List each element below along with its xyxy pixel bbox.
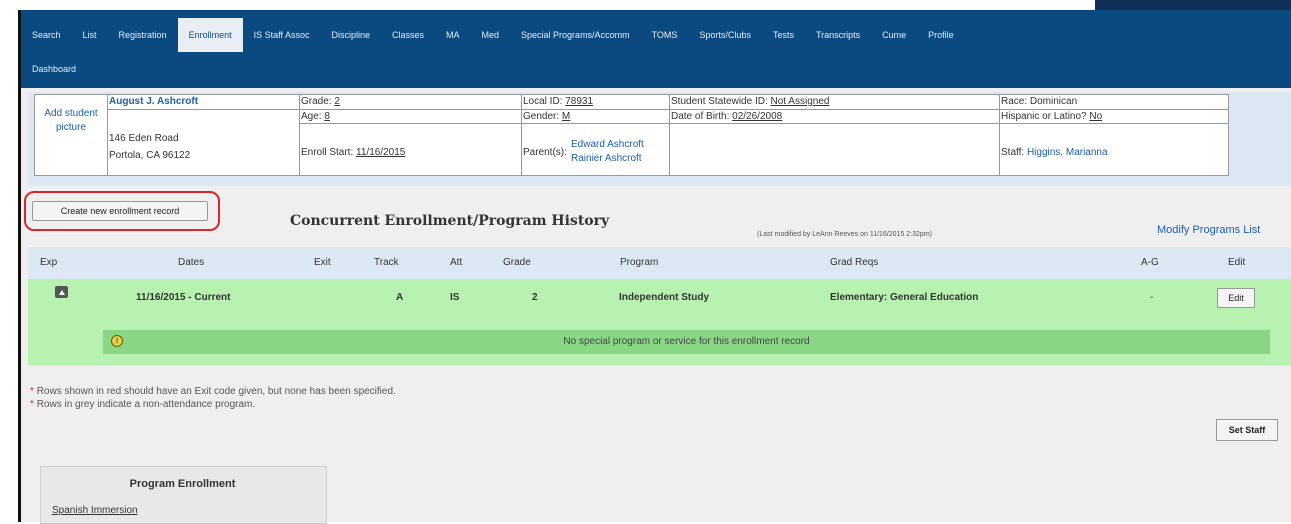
nav-tab-transcripts[interactable]: Transcripts [805, 18, 871, 52]
nav-tab-toms[interactable]: TOMS [641, 18, 689, 52]
grid-line [107, 109, 299, 110]
local-id-field: Local ID: 78931 [523, 96, 593, 107]
grid-line [521, 95, 522, 175]
column-header-grad-reqs: Grad Reqs [830, 257, 879, 268]
student-info-card: Add student picture August J. Ashcroft 1… [34, 94, 1229, 176]
section-title: Concurrent Enrollment/Program History [290, 213, 610, 229]
nav-tab-discipline[interactable]: Discipline [320, 18, 381, 52]
nav-tab-profile[interactable]: Profile [917, 18, 965, 52]
modify-programs-link[interactable]: Modify Programs List [1157, 224, 1260, 236]
parent-link-2[interactable]: Rainier Ashcroft [571, 153, 642, 164]
student-name[interactable]: August J. Ashcroft [109, 96, 198, 107]
age-value[interactable]: 8 [324, 111, 330, 122]
cell-grad-reqs: Elementary: General Education [830, 292, 979, 303]
nav-tab-enrollment[interactable]: Enrollment [177, 18, 243, 52]
last-modified-text: (Last modified by LeAnn Reeves on 11/16/… [757, 231, 932, 238]
grid-line [669, 95, 670, 175]
gender-label: Gender: [523, 111, 560, 122]
grid-line [999, 95, 1000, 175]
grid-line [299, 123, 1228, 124]
parents-label: Parent(s): [523, 147, 567, 158]
asterisk: * [30, 386, 34, 397]
cell-dates: 11/16/2015 - Current [136, 292, 231, 303]
race-field: Race: Dominican [1001, 96, 1078, 107]
grid-line [299, 95, 300, 175]
nav-tab-registration[interactable]: Registration [108, 18, 178, 52]
column-header-dates: Dates [178, 257, 205, 268]
ssid-value[interactable]: Not Assigned [771, 96, 830, 107]
column-header-grade: Grade [503, 257, 531, 268]
grey-rows-note: * Rows in grey indicate a non-attendance… [30, 399, 255, 410]
grade-label: Grade: [301, 96, 332, 107]
gender-field: Gender: M [523, 111, 570, 122]
staff-link[interactable]: Higgins, Marianna [1027, 147, 1108, 158]
local-id-label: Local ID: [523, 96, 563, 107]
nav-tab-med[interactable]: Med [471, 18, 511, 52]
ssid-label: Student Statewide ID: [671, 96, 768, 107]
grid-line [299, 109, 1228, 110]
age-label: Age: [301, 111, 322, 122]
table-header [28, 247, 1291, 279]
column-header-exit: Exit [314, 257, 331, 268]
red-rows-note-text: Rows shown in red should have an Exit co… [36, 386, 396, 397]
program-enrollment-item[interactable]: Spanish Immersion [52, 505, 138, 516]
student-address-line2: Portola, CA 96122 [109, 150, 191, 161]
expand-toggle-icon[interactable] [55, 286, 68, 298]
cell-att: IS [450, 292, 460, 303]
grade-value[interactable]: 2 [334, 96, 340, 107]
column-header-exp: Exp [40, 257, 58, 268]
no-program-message: No special program or service for this e… [563, 336, 810, 347]
column-header-program: Program [620, 257, 659, 268]
edit-button[interactable]: Edit [1217, 288, 1255, 308]
staff-label: Staff: [1001, 147, 1025, 158]
parent-link-1[interactable]: Edward Ashcroft [571, 139, 644, 150]
nav-tab-ma[interactable]: MA [435, 18, 471, 52]
local-id-value[interactable]: 78931 [565, 96, 593, 107]
staff-field: Staff: Higgins, Marianna [1001, 147, 1108, 158]
enroll-start-value[interactable]: 11/16/2015 [356, 147, 405, 158]
main-navigation: Search List Registration Enrollment IS S… [21, 10, 1291, 88]
nav-row-2: Dashboard [21, 58, 87, 80]
enroll-start-label: Enroll Start: [301, 147, 354, 158]
dob-field: Date of Birth: 02/26/2008 [671, 111, 782, 122]
add-student-picture-link[interactable]: Add student picture [35, 107, 107, 135]
column-header-ag: A-G [1141, 257, 1159, 268]
cell-grade: 2 [532, 292, 538, 303]
asterisk: * [30, 399, 34, 410]
column-header-track: Track [374, 257, 399, 268]
nav-tab-list[interactable]: List [72, 18, 108, 52]
enroll-start-field: Enroll Start: 11/16/2015 [301, 147, 405, 158]
set-staff-button[interactable]: Set Staff [1216, 419, 1278, 441]
program-enrollment-title: Program Enrollment [129, 478, 236, 490]
red-rows-note: * Rows shown in red should have an Exit … [30, 386, 396, 397]
gender-value[interactable]: M [562, 111, 570, 122]
grey-rows-note-text: Rows in grey indicate a non-attendance p… [36, 399, 256, 410]
ssid-field: Student Statewide ID: Not Assigned [671, 96, 829, 107]
top-strip [0, 0, 1291, 14]
hispanic-value[interactable]: No [1089, 111, 1102, 122]
nav-tab-search[interactable]: Search [21, 18, 72, 52]
hispanic-field: Hispanic or Latino? No [1001, 111, 1102, 122]
nav-row-1: Search List Registration Enrollment IS S… [21, 18, 965, 52]
hispanic-label: Hispanic or Latino? [1001, 111, 1087, 122]
nav-tab-cume[interactable]: Cume [871, 18, 917, 52]
dob-label: Date of Birth: [671, 111, 730, 122]
nav-tab-classes[interactable]: Classes [381, 18, 435, 52]
student-picture-box: Add student picture [35, 95, 108, 175]
column-header-att: Att [450, 257, 463, 268]
dob-value[interactable]: 02/26/2008 [732, 111, 782, 122]
age-field: Age: 8 [301, 111, 330, 122]
cell-track: A [396, 292, 404, 303]
column-header-edit: Edit [1228, 257, 1246, 268]
nav-tab-dashboard[interactable]: Dashboard [21, 58, 87, 80]
cell-program: Independent Study [619, 292, 709, 303]
grade-field: Grade: 2 [301, 96, 340, 107]
nav-tab-sports-clubs[interactable]: Sports/Clubs [688, 18, 762, 52]
create-enrollment-button[interactable]: Create new enrollment record [32, 201, 208, 221]
nav-tab-tests[interactable]: Tests [762, 18, 805, 52]
nav-tab-is-staff-assoc[interactable]: IS Staff Assoc [243, 18, 321, 52]
nav-tab-special-programs[interactable]: Special Programs/Accomm [510, 18, 641, 52]
student-address-line1: 146 Eden Road [109, 133, 179, 144]
cell-ag: - [1150, 292, 1154, 303]
